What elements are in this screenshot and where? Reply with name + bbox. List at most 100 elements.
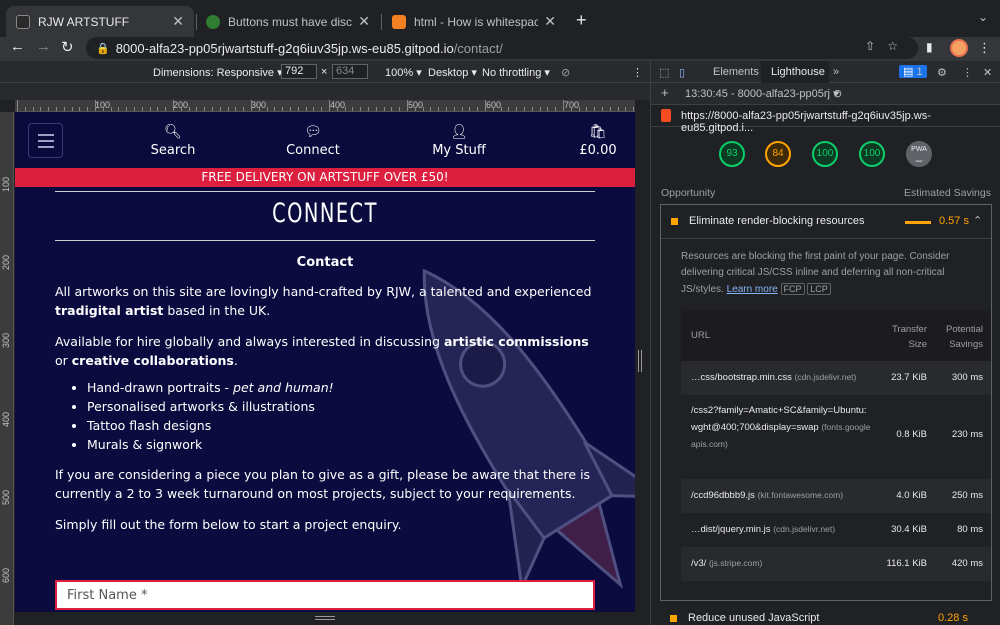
ruler-tick [360, 107, 362, 111]
zoom-dropdown[interactable]: 100% ▾ [385, 66, 422, 79]
chevron-up-icon[interactable]: ⌃ [973, 214, 982, 227]
ruler-tick [485, 100, 486, 111]
learn-more-link[interactable]: Learn more [727, 284, 778, 295]
more-tabs-icon[interactable]: » [833, 66, 839, 78]
address-bar[interactable]: 🔒 8000-alfa23-pp05rjwartstuff-g2q6iuv35j… [86, 37, 918, 59]
profile-avatar[interactable] [950, 39, 968, 57]
render-blocking-audit-header[interactable]: Eliminate render-blocking resources 0.57… [661, 205, 991, 239]
table-row[interactable]: /ccd96dbbb9.js (kit.fontawesome.com) 4.0… [681, 479, 991, 513]
nav-my-stuff[interactable]: 👤︎ My Stuff [428, 124, 490, 158]
new-tab-icon[interactable]: + [576, 10, 587, 31]
resource-url: …dist/jquery.min.js (cdn.jsdelivr.net) [691, 524, 836, 535]
device-toolbar: Dimensions: Responsive ▾ 792 × 634 100% … [0, 61, 650, 83]
table-row[interactable]: …css/bootstrap.min.css (cdn.jsdelivr.net… [681, 361, 991, 395]
tab-lighthouse[interactable]: Lighthouse [771, 66, 825, 78]
ruler-label: 100 [1, 176, 11, 192]
close-devtools-icon[interactable]: ✕ [983, 66, 992, 79]
issues-badge[interactable]: ▤ 1 [899, 65, 927, 78]
ruler-tick [188, 107, 190, 111]
viewport-side-resize-handle[interactable] [638, 350, 642, 372]
ruler-tick [141, 107, 143, 111]
ruler-tick [79, 107, 81, 111]
tab-whitespace-question[interactable]: html - How is whitespace in an ✕ [382, 6, 566, 37]
height-input[interactable]: 634 [332, 64, 368, 79]
table-row[interactable]: /css2?family=Amatic+SC&family=Ubuntu:wgh… [681, 395, 991, 479]
devtools-menu-icon[interactable]: ⋮ [962, 66, 973, 79]
tab-title: html - How is whitespace in an [414, 14, 539, 29]
table-row[interactable]: /v3/ (js.stripe.com) 116.1 KiB 420 ms [681, 547, 991, 581]
ruler-tick [407, 100, 408, 111]
metric-tag: LCP [807, 283, 831, 295]
new-report-icon[interactable]: + [661, 85, 669, 100]
ruler-tick [134, 107, 135, 111]
accessibility-score[interactable]: 84 [765, 141, 791, 167]
ruler-label: 300 [1, 332, 11, 348]
ruler-tick [149, 107, 151, 111]
ruler-tick [243, 107, 245, 111]
report-selector[interactable]: 13:30:45 - 8000-alfa23-pp05rj ▾ [685, 87, 839, 100]
performance-score[interactable]: 93 [719, 141, 745, 167]
resource-size: 23.7 KiB [891, 372, 927, 383]
tab-buttons-discernible[interactable]: Buttons must have discernible ✕ [196, 6, 380, 37]
ruler-tick [173, 100, 174, 111]
hamburger-menu-button[interactable] [28, 123, 63, 158]
close-icon[interactable]: ✕ [544, 13, 556, 30]
close-icon[interactable]: ✕ [172, 13, 184, 30]
tab-elements[interactable]: Elements [713, 66, 759, 78]
back-arrow-icon[interactable]: ← [10, 38, 25, 55]
table-row[interactable]: …dist/jquery.min.js (cdn.jsdelivr.net) 3… [681, 513, 991, 547]
nav-search[interactable]: 🔍︎ Search [148, 124, 198, 158]
throttling-dropdown[interactable]: No throttling ▾ [482, 66, 550, 79]
dimensions-dropdown[interactable]: Dimensions: Responsive ▾ [153, 66, 283, 79]
throttling-label: No throttling [482, 67, 542, 79]
form-intro-paragraph: Simply fill out the form below to start … [55, 517, 402, 532]
ruler-tick [609, 107, 611, 111]
devtools-tabs: ⬚ ▯ Elements Lighthouse » ▤ 1 ⚙ ⋮ ✕ [651, 61, 1000, 83]
share-icon[interactable]: ⇧ [865, 39, 887, 53]
side-panel-icon[interactable]: ▮ [926, 40, 933, 54]
ruler-tick [204, 107, 206, 111]
bookmark-star-icon[interactable]: ☆ [887, 39, 910, 53]
device-type-label: Desktop [428, 67, 469, 79]
tab-title: RJW ARTSTUFF [38, 14, 130, 29]
viewport-bottom-resize-handle[interactable] [315, 616, 335, 620]
ruler-tick [414, 107, 416, 111]
clear-reports-icon[interactable]: ⊘ [833, 87, 842, 100]
ruler-tick [469, 107, 471, 111]
ruler-tick [383, 107, 385, 111]
reload-icon[interactable]: ↻ [61, 38, 74, 56]
forward-arrow-icon[interactable]: → [36, 38, 51, 55]
unused-js-audit[interactable]: Reduce unused JavaScript 0.28 s [660, 609, 992, 625]
lock-icon[interactable]: 🔒 [96, 42, 110, 55]
inspect-element-icon[interactable]: ⬚ [659, 66, 669, 79]
nav-connect[interactable]: 💬︎ Connect [283, 124, 343, 158]
seo-score[interactable]: 100 [859, 141, 885, 167]
device-toggle-icon[interactable]: ▯ [679, 66, 685, 79]
tab-search-chevron-icon[interactable]: ⌄ [978, 10, 988, 24]
resource-savings: 250 ms [951, 490, 983, 501]
pwa-badge[interactable]: PWA – [906, 141, 932, 167]
browser-tab-bar: RJW ARTSTUFF ✕ Buttons must have discern… [0, 0, 1000, 37]
col-transfer-size: Transfer Size [891, 324, 927, 350]
audit-panel: Eliminate render-blocking resources 0.57… [660, 204, 992, 601]
ruler-tick [453, 107, 455, 111]
ruler-tick [102, 107, 104, 111]
ruler-tick [212, 107, 213, 111]
close-icon[interactable]: ✕ [358, 13, 370, 30]
best-practices-score[interactable]: 100 [812, 141, 838, 167]
hire-paragraph: Available for hire globally and always i… [55, 334, 589, 368]
zoom-label: 100% [385, 67, 414, 79]
device-toolbar-menu-icon[interactable]: ⋮ [632, 66, 643, 79]
settings-gear-icon[interactable]: ⚙ [937, 66, 947, 79]
ruler-tick [500, 107, 502, 111]
url-host: 8000-alfa23-pp05rjwartstuff-g2q6iuv35jp.… [115, 40, 454, 56]
width-input[interactable]: 792 [281, 64, 317, 79]
browser-menu-icon[interactable]: ⋮ [978, 40, 991, 56]
ruler-label: 400 [1, 411, 11, 427]
tab-rjw-artstuff[interactable]: RJW ARTSTUFF ✕ [6, 6, 194, 37]
rotate-icon[interactable]: ⊘ [561, 66, 570, 79]
first-name-field[interactable]: First Name * [55, 580, 595, 610]
device-type-dropdown[interactable]: Desktop ▾ [428, 66, 477, 79]
ruler-tick [48, 107, 50, 111]
nav-basket[interactable]: 🛍︎ £0.00 [575, 124, 621, 158]
